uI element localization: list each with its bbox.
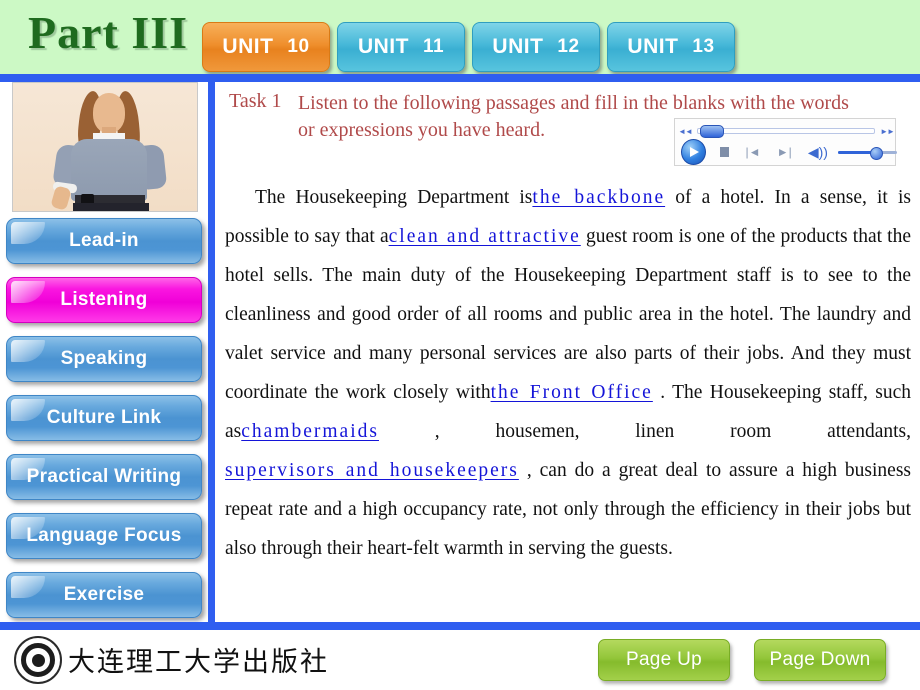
publisher-logo-ring	[21, 643, 55, 677]
tab-unit-10-number: 10	[287, 36, 310, 57]
player-controls-row: |◄ ►| ◀))	[675, 139, 897, 165]
tab-unit-11[interactable]: UNIT 11	[337, 22, 465, 72]
tab-unit-13[interactable]: UNIT 13	[607, 22, 735, 72]
sidebar-item-language-focus-label: Language Focus	[26, 525, 182, 546]
volume-icon[interactable]: ◀))	[808, 145, 828, 159]
photo-skirt	[73, 203, 149, 211]
passage-text-3: guest room is one of the products that t…	[225, 226, 912, 403]
sidebar-bottom-divider	[0, 622, 212, 630]
header-bar: Part III UNIT 10 UNIT 11 UNIT 12 UNIT 13	[0, 0, 920, 74]
passage-text-1: The Housekeeping Department is	[255, 187, 533, 208]
volume-slider[interactable]	[837, 146, 897, 160]
passage-text-5: , housemen, linen room attendants,	[434, 421, 911, 442]
sidebar-item-exercise[interactable]: Exercise	[6, 572, 202, 618]
tab-unit-11-word: UNIT	[357, 35, 409, 58]
sidebar-item-culture-link[interactable]: Culture Link	[6, 395, 202, 441]
tab-unit-12-word: UNIT	[492, 35, 544, 58]
next-track-icon[interactable]: ►|	[777, 146, 792, 158]
seek-slider[interactable]	[697, 125, 875, 138]
blank-5[interactable]: supervisors and housekeepers	[225, 460, 519, 481]
volume-slider-thumb[interactable]	[869, 146, 883, 160]
seek-slider-thumb[interactable]	[700, 125, 724, 138]
rewind-icon[interactable]: ◄◄	[675, 127, 695, 136]
tab-unit-10[interactable]: UNIT 10	[202, 22, 330, 72]
blank-2[interactable]: clean and attractive	[389, 226, 581, 247]
blank-4[interactable]: chambermaids	[241, 421, 379, 442]
housekeeping-staff-photo	[12, 82, 198, 212]
sidebar-item-culture-link-label: Culture Link	[46, 407, 162, 428]
volume-slider-fill	[837, 150, 874, 154]
sidebar-item-listening[interactable]: Listening	[6, 277, 202, 323]
blank-3[interactable]: the Front Office	[491, 382, 653, 403]
sidebar: Lead-in Listening Speaking Culture Link …	[0, 82, 212, 622]
tab-unit-10-word: UNIT	[222, 35, 274, 58]
audio-player[interactable]: ◄◄ ►► |◄ ►| ◀))	[674, 118, 897, 166]
tab-unit-12[interactable]: UNIT 12	[472, 22, 600, 72]
sidebar-content-divider	[208, 82, 215, 628]
play-icon[interactable]	[681, 139, 706, 165]
publisher-logo-core	[31, 653, 45, 667]
sidebar-item-speaking-label: Speaking	[60, 348, 148, 369]
tab-unit-12-number: 12	[557, 36, 580, 57]
sidebar-item-language-focus[interactable]: Language Focus	[6, 513, 202, 559]
photo-uniform-shirt	[71, 139, 147, 201]
slide-root: Part III UNIT 10 UNIT 11 UNIT 12 UNIT 13	[0, 0, 920, 690]
page-title: Part III	[28, 7, 189, 58]
header-divider	[0, 74, 920, 82]
player-seek-row: ◄◄ ►►	[675, 123, 897, 139]
sidebar-item-lead-in[interactable]: Lead-in	[6, 218, 202, 264]
task-label: Task 1	[229, 90, 282, 112]
sidebar-nav: Lead-in Listening Speaking Culture Link …	[6, 218, 206, 631]
previous-track-icon[interactable]: |◄	[745, 146, 761, 158]
main-content: Task 1 Listen to the following passages …	[215, 82, 920, 622]
sidebar-item-lead-in-label: Lead-in	[69, 230, 139, 251]
play-triangle-glyph	[690, 147, 700, 157]
sidebar-item-practical-writing-label: Practical Writing	[26, 466, 182, 487]
listening-passage: The Housekeeping Department isthe backbo…	[225, 178, 911, 568]
fast-forward-icon[interactable]: ►►	[877, 127, 897, 136]
tab-unit-11-number: 11	[422, 36, 445, 57]
blank-1[interactable]: the backbone	[532, 187, 665, 208]
page-navigation: Page Up Page Down	[598, 639, 886, 681]
tab-unit-13-number: 13	[692, 36, 715, 57]
content-bottom-divider	[208, 622, 920, 630]
page-down-button[interactable]: Page Down	[754, 639, 886, 681]
sidebar-item-listening-label: Listening	[60, 289, 148, 310]
publisher-logo-icon	[14, 636, 62, 684]
publisher-name: 大连理工大学出版社	[68, 647, 329, 678]
sidebar-item-speaking[interactable]: Speaking	[6, 336, 202, 382]
sidebar-item-exercise-label: Exercise	[63, 584, 145, 605]
unit-tab-list: UNIT 10 UNIT 11 UNIT 12 UNIT 13	[202, 22, 735, 72]
footer-bar: 大连理工大学出版社 Page Up Page Down	[0, 630, 920, 690]
stop-icon[interactable]	[719, 147, 730, 157]
sidebar-item-practical-writing[interactable]: Practical Writing	[6, 454, 202, 500]
page-up-button[interactable]: Page Up	[598, 639, 730, 681]
tab-unit-13-word: UNIT	[627, 35, 679, 58]
